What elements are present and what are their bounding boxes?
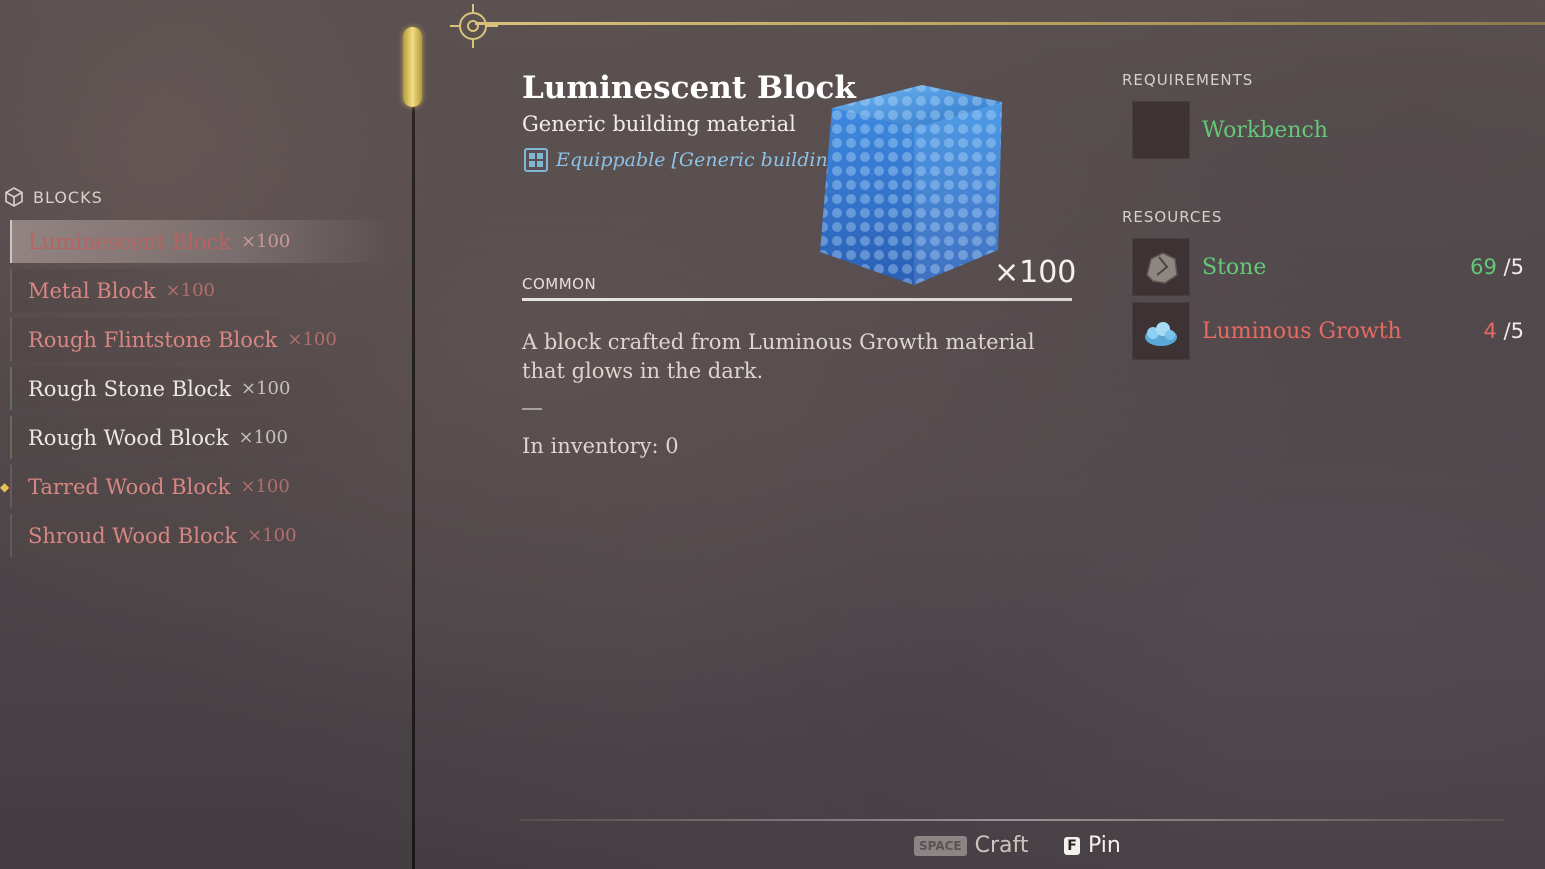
- list-item-name: Shroud Wood Block: [28, 523, 238, 548]
- resource-luminous-growth: Luminous Growth 4 /5: [1132, 302, 1524, 360]
- requirement-workbench: Workbench: [1132, 101, 1524, 159]
- category-label: BLOCKS: [33, 187, 103, 207]
- list-item-qty: ×100: [238, 427, 288, 448]
- recipe-list: Luminescent Block ×100 Metal Block ×100 …: [10, 220, 390, 563]
- list-item-rough-flintstone-block[interactable]: Rough Flintstone Block ×100: [10, 318, 390, 361]
- inventory-count: In inventory: 0: [522, 434, 679, 458]
- list-item-rough-wood-block[interactable]: Rough Wood Block ×100: [10, 416, 390, 459]
- resource-have: 4: [1483, 319, 1497, 343]
- list-item-name: Luminescent Block: [28, 229, 231, 254]
- list-item-metal-block[interactable]: Metal Block ×100: [10, 269, 390, 312]
- rarity-divider: [522, 298, 1072, 301]
- resource-need: 5: [1510, 319, 1524, 343]
- description-separator: [522, 408, 542, 410]
- resource-separator: /: [1503, 255, 1511, 279]
- list-item-qty: ×100: [247, 525, 297, 546]
- luminous-growth-icon: [1132, 302, 1190, 360]
- pin-label: Pin: [1088, 833, 1121, 858]
- resource-name: Stone: [1202, 254, 1267, 280]
- list-item-rough-stone-block[interactable]: Rough Stone Block ×100: [10, 367, 390, 410]
- resource-have: 69: [1470, 255, 1497, 279]
- resource-stone: Stone 69 /5: [1132, 238, 1524, 296]
- equippable-icon: [524, 148, 548, 172]
- list-item-qty: ×100: [241, 378, 291, 399]
- list-item-name: Tarred Wood Block: [28, 474, 231, 499]
- scrollbar-thumb[interactable]: [403, 27, 422, 107]
- cursor-marker-icon: ◆: [0, 480, 10, 494]
- panel-divider: [412, 95, 415, 869]
- list-item-qty: ×100: [287, 329, 337, 350]
- pin-button[interactable]: F Pin: [1064, 833, 1121, 858]
- category-header: BLOCKS: [3, 186, 103, 208]
- list-item-qty: ×100: [240, 231, 291, 252]
- cube-icon: [5, 187, 23, 207]
- resource-need: 5: [1510, 255, 1524, 279]
- resource-count: 69 /5: [1470, 255, 1524, 279]
- requirement-name: Workbench: [1202, 117, 1328, 143]
- item-subtitle: Generic building material: [522, 112, 796, 136]
- rarity-label: COMMON: [522, 275, 597, 293]
- requirements-label: REQUIREMENTS: [1122, 71, 1254, 89]
- recipe-list-panel: BLOCKS Luminescent Block ×100 Metal Bloc…: [0, 0, 414, 869]
- list-item-shroud-wood-block[interactable]: Shroud Wood Block ×100: [10, 514, 390, 557]
- resource-count: 4 /5: [1483, 319, 1524, 343]
- list-item-name: Rough Stone Block: [28, 376, 231, 401]
- luminescent-block-icon: [820, 85, 1002, 285]
- top-rule: [475, 22, 1545, 25]
- craft-label: Craft: [974, 833, 1029, 858]
- space-key-icon: SPACE: [914, 835, 967, 856]
- list-item-tarred-wood-block[interactable]: Tarred Wood Block ×100: [10, 465, 390, 508]
- list-item-name: Rough Flintstone Block: [28, 327, 278, 352]
- list-item-name: Rough Wood Block: [28, 425, 229, 450]
- list-item-luminescent-block[interactable]: Luminescent Block ×100: [10, 220, 390, 263]
- list-item-qty: ×100: [240, 476, 290, 497]
- resource-name: Luminous Growth: [1202, 318, 1402, 344]
- bottom-divider: [520, 819, 1504, 821]
- item-description: A block crafted from Luminous Growth mat…: [522, 330, 1035, 383]
- resource-separator: /: [1503, 319, 1511, 343]
- compass-icon: [450, 4, 498, 48]
- list-item-name: Metal Block: [28, 278, 156, 303]
- workbench-thumbnail: [1132, 101, 1190, 159]
- f-key-icon: F: [1064, 836, 1080, 855]
- stone-icon: [1132, 238, 1190, 296]
- craft-button[interactable]: SPACE Craft: [914, 833, 1029, 858]
- resources-label: RESOURCES: [1122, 208, 1223, 226]
- list-item-qty: ×100: [165, 280, 216, 301]
- craft-quantity: ×100: [994, 255, 1077, 290]
